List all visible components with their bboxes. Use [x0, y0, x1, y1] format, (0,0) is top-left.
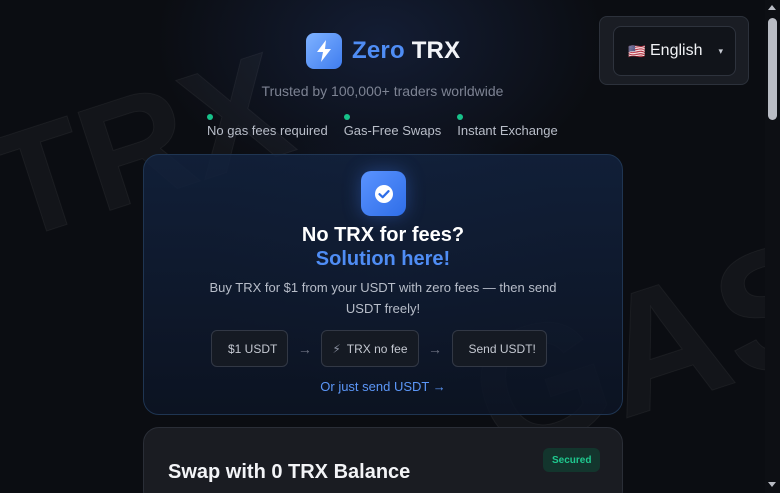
scroll-thumb[interactable]	[768, 18, 777, 120]
arrow-right-icon: →	[428, 340, 442, 357]
feature-label: Gas-Free Swaps	[343, 123, 442, 138]
feature-list: No gas fees required Gas-Free Swaps Inst…	[207, 114, 558, 138]
send-usdt-link[interactable]: Or just send USDT →	[144, 379, 622, 394]
status-dot-icon	[457, 114, 464, 120]
step-label: TRX no fee	[346, 341, 408, 356]
feature-item: Gas-Free Swaps	[343, 114, 442, 138]
swap-title: Swap with 0 TRX Balance	[168, 461, 411, 483]
check-circle-icon	[361, 171, 406, 216]
feature-label: Instant Exchange	[457, 123, 558, 138]
language-panel: 🇺🇸 English ▾	[599, 16, 749, 85]
chevron-down-icon: ▾	[718, 45, 724, 56]
feature-item: No gas fees required	[207, 114, 328, 138]
scrollbar[interactable]	[765, 0, 780, 493]
promo-subtitle: Solution here!	[315, 248, 451, 270]
scroll-down-icon[interactable]	[768, 482, 776, 487]
brand-zero: Zero	[352, 37, 405, 64]
promo-description: Buy TRX for $1 from your USDT with zero …	[209, 280, 557, 316]
flag-icon: 🇺🇸	[628, 42, 646, 59]
step-trx-no-fee: ⚡ TRX no fee	[321, 330, 419, 367]
swap-card: Swap with 0 TRX Balance Secured	[143, 427, 623, 493]
step-label: Send USDT!	[468, 341, 536, 356]
step-label: $1 USDT	[228, 341, 278, 356]
status-dot-icon	[343, 114, 350, 120]
secured-badge: Secured	[543, 448, 601, 472]
language-select[interactable]: 🇺🇸 English ▾	[613, 26, 736, 76]
language-label: English	[650, 42, 703, 59]
brand-trx: TRX	[411, 37, 461, 64]
promo-title: No TRX for fees?	[301, 224, 465, 246]
lightning-icon: ⚡	[332, 341, 341, 356]
promo-card: No TRX for fees? Solution here! Buy TRX …	[143, 154, 623, 415]
scroll-up-icon[interactable]	[768, 5, 776, 10]
feature-label: No gas fees required	[207, 123, 328, 138]
brand-title: Zero TRX	[352, 37, 460, 65]
step-buy-usdt: $1 USDT	[211, 330, 289, 367]
tagline: Trusted by 100,000+ traders worldwide	[261, 83, 504, 99]
brand-logo: Zero TRX	[306, 33, 460, 69]
status-dot-icon	[207, 114, 213, 120]
lightning-icon	[306, 33, 342, 69]
feature-item: Instant Exchange	[457, 114, 558, 138]
step-send-usdt: Send USDT!	[451, 330, 547, 367]
arrow-right-icon: →	[297, 340, 312, 357]
step-flow: $1 USDT → ⚡ TRX no fee → Send USDT!	[211, 330, 547, 367]
